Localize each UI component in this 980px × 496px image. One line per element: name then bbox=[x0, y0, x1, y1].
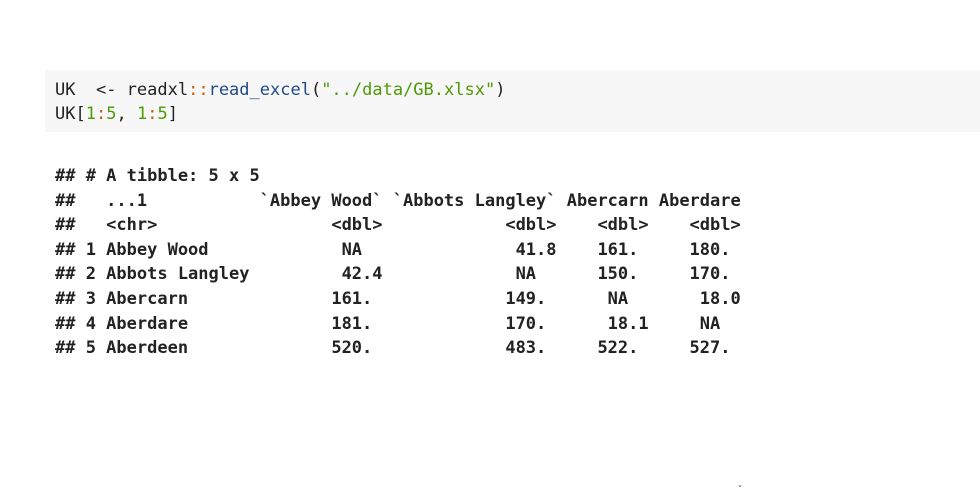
output-row: ## 5 Aberdeen 520. 483. 522. 527. bbox=[55, 338, 741, 359]
comma: , bbox=[116, 104, 137, 124]
range-operator: : bbox=[147, 104, 158, 124]
console-output: ## # A tibble: 5 x 5 ## ...1 `Abbey Wood… bbox=[55, 164, 741, 361]
output-column-types: ## <chr> <dbl> <dbl> <dbl> <dbl> bbox=[55, 215, 741, 236]
output-row: ## 1 Abbey Wood NA 41.8 161. 180. bbox=[55, 239, 741, 260]
assign-operator: <- bbox=[75, 80, 127, 100]
function-name: read_excel bbox=[208, 80, 311, 100]
variable-uk: UK bbox=[55, 104, 76, 124]
output-row: ## 2 Abbots Langley 42.4 NA 150. 170. bbox=[55, 264, 741, 285]
range-operator: : bbox=[95, 104, 107, 124]
variable-uk: UK bbox=[55, 80, 76, 100]
open-paren: ( bbox=[310, 80, 322, 100]
col-end: 5 bbox=[157, 104, 168, 124]
package-name: readxl bbox=[126, 80, 189, 100]
output-row: ## 4 Aberdare 181. 170. 18.1 NA bbox=[55, 313, 741, 334]
code-chunk: UK <- readxl::read_excel("../data/GB.xls… bbox=[45, 70, 980, 132]
code-line-subset: UK[1:5, 1:5] bbox=[55, 102, 980, 126]
row-start: 1 bbox=[85, 104, 96, 124]
row-end: 5 bbox=[106, 104, 117, 124]
file-path-string: "../data/GB.xlsx" bbox=[321, 80, 496, 100]
output-column-names: ## ...1 `Abbey Wood` `Abbots Langley` Ab… bbox=[55, 190, 741, 211]
close-bracket: ] bbox=[167, 104, 178, 124]
namespace-operator: :: bbox=[188, 80, 209, 100]
col-start: 1 bbox=[136, 104, 148, 124]
caret-icon: ˇ bbox=[737, 485, 744, 496]
output-tibble-header: ## # A tibble: 5 x 5 bbox=[55, 166, 260, 186]
output-row: ## 3 Abercarn 161. 149. NA 18.0 bbox=[55, 288, 741, 309]
open-bracket: [ bbox=[75, 104, 86, 124]
close-paren: ) bbox=[495, 80, 506, 100]
code-line-read-excel: UK <- readxl::read_excel("../data/GB.xls… bbox=[55, 78, 980, 102]
